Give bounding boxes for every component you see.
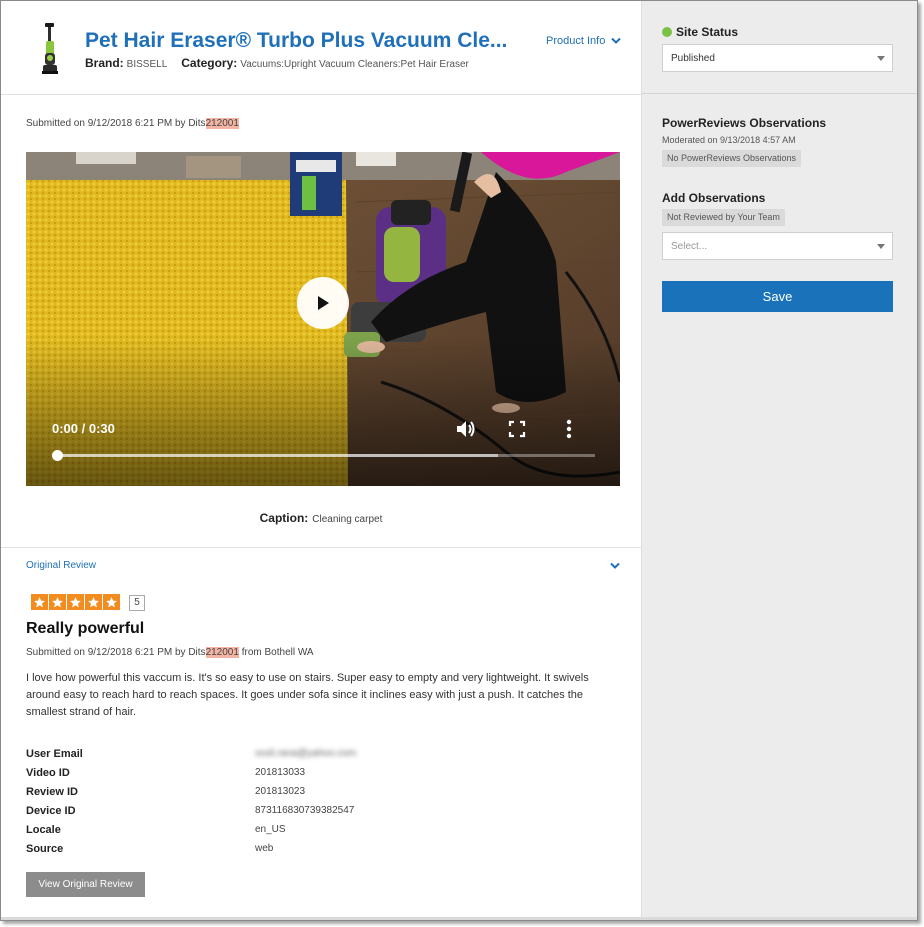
caption-value: Cleaning carpet [312,514,383,525]
review-location: from Bothell WA [238,647,314,658]
review-moderation-window: Pet Hair Eraser® Turbo Plus Vacuum Cle..… [0,0,918,921]
media-submitted-line: Submitted on 9/12/2018 6:21 PM by Dits21… [26,118,239,129]
detail-value: en_US [255,824,286,835]
star-icon [67,594,84,610]
caret-down-icon [877,56,885,61]
detail-key: Video ID [26,766,70,779]
detail-value: xxxli.rana@yahoo.com [255,748,357,759]
moderated-timestamp: Moderated on 9/13/2018 4:57 AM [662,135,796,145]
rating-value: 5 [129,595,145,611]
sidebar-divider [642,93,917,94]
review-submitted-line: Submitted on 9/12/2018 6:21 PM by Dits21… [26,647,314,658]
review-detail-panel: Pet Hair Eraser® Turbo Plus Vacuum Cle..… [1,1,641,920]
more-vertical-icon [566,419,572,439]
volume-button[interactable] [454,418,478,440]
category-value: Vacuums:Upright Vacuum Cleaners:Pet Hair… [240,59,469,70]
brand-value: BISSELL [126,59,168,70]
product-meta: Brand: BISSELL Category: Vacuums:Upright Va… [85,56,469,70]
play-button[interactable] [297,277,349,329]
detail-row: Device ID 873116830739382547 [26,801,426,820]
fullscreen-button[interactable] [505,418,529,440]
star-icon [49,594,66,610]
product-header: Pet Hair Eraser® Turbo Plus Vacuum Cle..… [1,1,641,95]
site-status-value: Published [671,52,715,64]
review-details: User Email xxxli.rana@yahoo.com Video ID 20… [26,744,426,858]
view-original-review-button[interactable]: View Original Review [26,872,145,897]
video-progress-bar[interactable] [52,450,595,461]
video-scrubber[interactable] [52,450,63,461]
video-buffer-bar [57,454,499,457]
more-options-button[interactable] [557,418,581,440]
star-icon [85,594,102,610]
review-title: Really powerful [26,620,145,637]
detail-value: 873116830739382547 [255,805,355,816]
status-dot-icon [662,27,672,37]
detail-value: 201813023 [255,786,306,797]
media-caption: Caption: Cleaning carpet [1,511,641,525]
review-submitted-text: Submitted on 9/12/2018 6:21 PM by Dits [26,647,206,658]
detail-row: Source web [26,839,426,858]
original-review-toggle[interactable]: Original Review [26,560,96,571]
detail-value: 201813033 [255,767,306,778]
video-player[interactable]: 0:00 / 0:30 [26,152,620,486]
site-status-select[interactable]: Published [662,44,893,72]
detail-row: Locale en_US [26,820,426,839]
bottom-border [1,917,917,920]
site-status-heading: Site Status [662,25,738,39]
observations-title: PowerReviews Observations [662,116,827,130]
caption-label: Caption: [259,511,309,525]
media-submitted-text: Submitted on 9/12/2018 6:21 PM by Dits [26,118,206,129]
detail-value: web [255,843,274,854]
add-observations-placeholder: Select... [671,240,708,252]
fullscreen-icon [508,420,526,438]
detail-row: User Email xxxli.rana@yahoo.com [26,744,426,763]
review-body: I love how powerful this vaccum is. It's… [26,672,589,718]
detail-key: Locale [26,823,61,836]
detail-key: Device ID [26,804,76,817]
product-title: Pet Hair Eraser® Turbo Plus Vacuum Cle..… [85,29,508,52]
detail-key: Review ID [26,785,78,798]
add-observations-select[interactable]: Select... [662,232,893,260]
chevron-down-icon[interactable] [610,562,620,570]
detail-row: Review ID 201813023 [26,782,426,801]
save-button[interactable]: Save [662,281,893,312]
product-info-label: Product Info [546,35,606,47]
volume-icon [457,421,475,437]
observations-tag: No PowerReviews Observations [662,150,802,167]
site-status-label: Site Status [676,25,739,39]
review-status-tag: Not Reviewed by Your Team [662,209,785,226]
star-icon [103,594,120,610]
star-rating [31,594,120,610]
detail-key: Source [26,842,64,855]
star-icon [31,594,48,610]
detail-row: Video ID 201813033 [26,763,426,782]
detail-key: User Email [26,747,83,760]
moderation-sidebar: Site Status Published PowerReviews Obser… [641,1,917,920]
brand-label: Brand: [85,56,124,70]
product-info-toggle[interactable]: Product Info [546,35,622,47]
section-divider [1,547,641,548]
chevron-down-icon [611,37,622,44]
product-thumbnail [39,23,61,75]
play-icon [318,296,329,310]
caret-down-icon [877,244,885,249]
media-submitter-id: 212001 [205,118,239,129]
add-observations-title: Add Observations [662,191,766,205]
review-submitter-id: 212001 [205,647,239,658]
category-label: Category: [181,56,238,70]
video-time: 0:00 / 0:30 [52,421,115,436]
